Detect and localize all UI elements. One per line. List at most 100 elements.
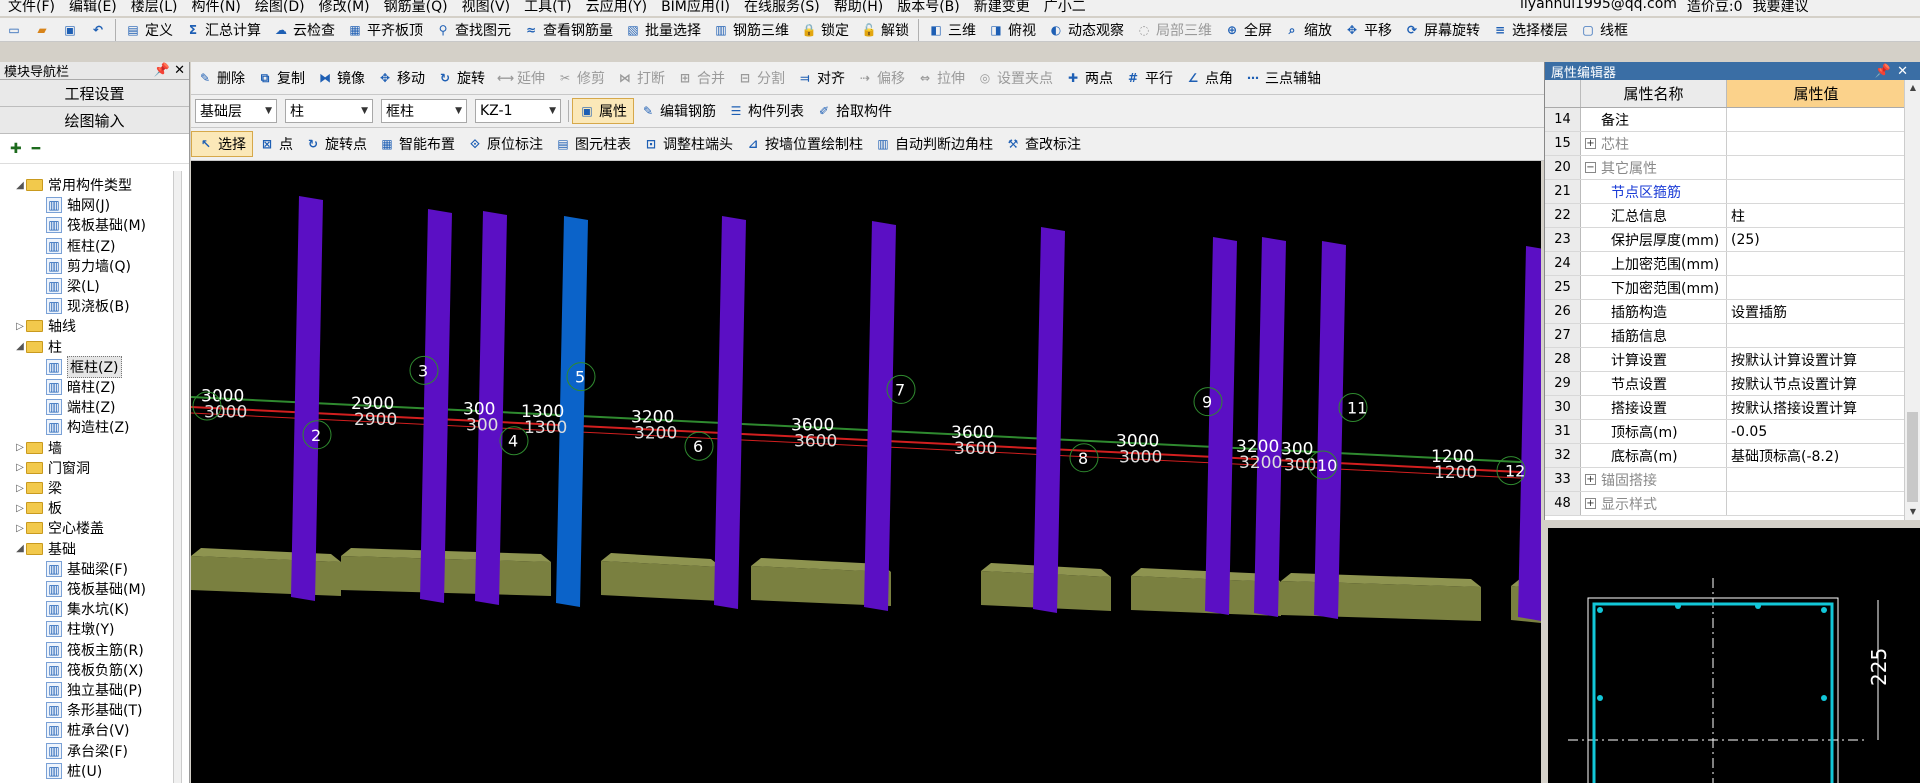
tb4-button-3[interactable]: ▦ 智能布置 [373,128,461,160]
tb2-button-3[interactable]: ✥ 移动 [371,62,431,94]
property-value[interactable] [1727,276,1905,299]
tb2-button-4[interactable]: ↻ 旋转 [431,62,491,94]
menu-item-5[interactable]: 修改(M) [319,0,370,16]
tb1r-button-8[interactable]: ≡ 选择楼层 [1486,18,1574,41]
tb3-button-3[interactable]: ✐ 拾取构件 [810,95,898,127]
nav-pin-close[interactable]: 📌 ✕ [154,63,185,78]
property-row[interactable]: 48 + 显示样式 [1545,492,1905,516]
menu-item-4[interactable]: 绘图(D) [255,0,305,16]
footing-0[interactable] [191,556,341,596]
menu-item-12[interactable]: 帮助(H) [834,0,883,16]
column-4[interactable] [714,216,746,609]
column-5[interactable] [864,221,896,611]
tb4-button-9[interactable]: ⚒ 查改标注 [999,128,1087,160]
tree-folder[interactable]: ◢ 柱 [14,337,62,357]
menu-item-0[interactable]: 文件(F) [8,0,55,16]
tree-item[interactable]: ▥ 构造柱(Z) [46,417,130,437]
tb1r-button-0[interactable]: ◧ 三维 [922,18,982,41]
tree-item[interactable]: ▥ 承台梁(F) [46,741,128,761]
expand-icon[interactable]: ▷ [14,321,26,332]
tb3-button-0[interactable]: ▣ 属性 [572,98,634,124]
tree-item[interactable]: ▥ 端柱(Z) [46,397,116,417]
column-10[interactable] [1518,246,1541,621]
tb3-button-2[interactable]: ☰ 构件列表 [722,95,810,127]
column-7[interactable] [1205,237,1237,615]
expand-icon[interactable]: ▷ [14,483,26,494]
tree-item[interactable]: ▥ 集水坑(K) [46,599,129,619]
column-0[interactable] [291,196,323,601]
collapse-icon[interactable]: ◢ [14,180,26,191]
tb4-button-5[interactable]: ▤ 图元柱表 [549,128,637,160]
tree-folder[interactable]: ▷ 门窗洞 [14,458,90,478]
new-file-button[interactable]: ▭ [0,18,28,41]
tb1-button-9[interactable]: 🔓 解锁 [855,18,915,41]
property-value[interactable] [1727,132,1905,155]
property-row[interactable]: 21 节点区箍筋 [1545,180,1905,204]
tb1r-button-6[interactable]: ✥ 平移 [1338,18,1398,41]
property-row[interactable]: 20− 其它属性 [1545,156,1905,180]
menu-item-9[interactable]: 云应用(Y) [586,0,647,16]
collapse-icon[interactable]: ◢ [14,341,26,352]
tb2-button-15[interactable]: # 平行 [1119,62,1179,94]
tb2-button-14[interactable]: ✚ 两点 [1059,62,1119,94]
property-scrollbar[interactable]: ▲ ▼ [1904,80,1920,520]
tb1-button-4[interactable]: ⚲ 查找图元 [429,18,517,41]
property-row[interactable]: 26 插筋构造 设置插筋 [1545,300,1905,324]
menu-item-2[interactable]: 楼层(L) [131,0,178,16]
tb1r-button-1[interactable]: ◨ 俯视 [982,18,1042,41]
tb4-button-6[interactable]: ⊡ 调整柱端头 [637,128,739,160]
tree-item[interactable]: ▥ 框柱(Z) [46,355,122,378]
tb2-button-8[interactable]: ⊞ 合并 [671,62,731,94]
tree-item[interactable]: ▥ 独立基础(P) [46,680,142,700]
model-3d-view[interactable]: 30003000 290029003003001300130032003200 36… [191,161,1541,783]
tb4-button-8[interactable]: ▥ 自动判断边角柱 [869,128,999,160]
property-value[interactable]: (25) [1727,228,1905,251]
property-value[interactable] [1727,468,1905,491]
tb2-button-0[interactable]: ✎ 删除 [191,62,251,94]
undo-button[interactable]: ↶ [84,18,112,41]
scroll-up-icon[interactable]: ▲ [1905,80,1920,96]
user-account[interactable]: liyanhui1995@qq.com [1520,0,1677,16]
tb2-button-16[interactable]: ∠ 点角 [1179,62,1239,94]
tb2-button-2[interactable]: ⧓ 镜像 [311,62,371,94]
tb1-button-3[interactable]: ▦ 平齐板顶 [341,18,429,41]
tb2-button-17[interactable]: ⋯ 三点辅轴 [1239,62,1327,94]
tree-item[interactable]: ▥ 筏板负筋(X) [46,660,144,680]
panel-pin-close[interactable]: 📌✕ [1875,64,1914,79]
tab-project-settings[interactable]: 工程设置 [0,80,189,107]
tb4-button-0[interactable]: ↖ 选择 [191,131,253,157]
model-viewport[interactable]: 3000 3000 2900 2900 300 300 1300 1300 3200 3200 36… [191,161,1541,783]
tb1r-button-3[interactable]: ◌ 局部三维 [1130,18,1218,41]
property-row[interactable]: 33 + 锚固搭接 [1545,468,1905,492]
property-value[interactable]: 按默认搭接设置计算 [1727,396,1905,419]
floor-select[interactable]: 基础层 ▼ [195,99,277,123]
property-row[interactable]: 25 下加密范围(mm) [1545,276,1905,300]
type-select[interactable]: 柱 ▼ [285,99,373,123]
expand-icon[interactable]: + [1585,498,1596,509]
tb3-button-1[interactable]: ✎ 编辑钢筋 [634,95,722,127]
tree-folder[interactable]: ▷ 板 [14,498,62,518]
tb2-button-13[interactable]: ◎ 设置夹点 [971,62,1059,94]
property-value[interactable]: 设置插筋 [1727,300,1905,323]
tb1r-button-7[interactable]: ⟳ 屏幕旋转 [1398,18,1486,41]
footing-2[interactable] [601,561,721,601]
tb1-button-8[interactable]: 🔒 锁定 [795,18,855,41]
tree-item[interactable]: ▥ 条形基础(T) [46,700,142,720]
tb4-button-1[interactable]: ⊠ 点 [253,128,299,160]
expand-icon[interactable]: + [1585,474,1596,485]
expand-icon[interactable]: ▷ [14,442,26,453]
property-row[interactable]: 28 计算设置 按默认计算设置计算 [1545,348,1905,372]
expand-icon[interactable]: ▷ [14,462,26,473]
tb2-button-9[interactable]: ⊟ 分割 [731,62,791,94]
menu-item-3[interactable]: 构件(N) [192,0,241,16]
tree-folder[interactable]: ▷ 梁 [14,478,62,498]
tb1-button-6[interactable]: ▧ 批量选择 [619,18,707,41]
column-9[interactable] [1314,241,1346,619]
tree-item[interactable]: ▥ 框柱(Z) [46,236,116,256]
tree-folder[interactable]: ▷ 轴线 [14,316,76,336]
tb2-button-10[interactable]: ⫤ 对齐 [791,62,851,94]
menu-item-7[interactable]: 视图(V) [462,0,511,16]
menu-item-11[interactable]: 在线服务(S) [744,0,820,16]
footing-6[interactable] [1281,581,1481,621]
expand-icon[interactable]: + [1585,138,1596,149]
